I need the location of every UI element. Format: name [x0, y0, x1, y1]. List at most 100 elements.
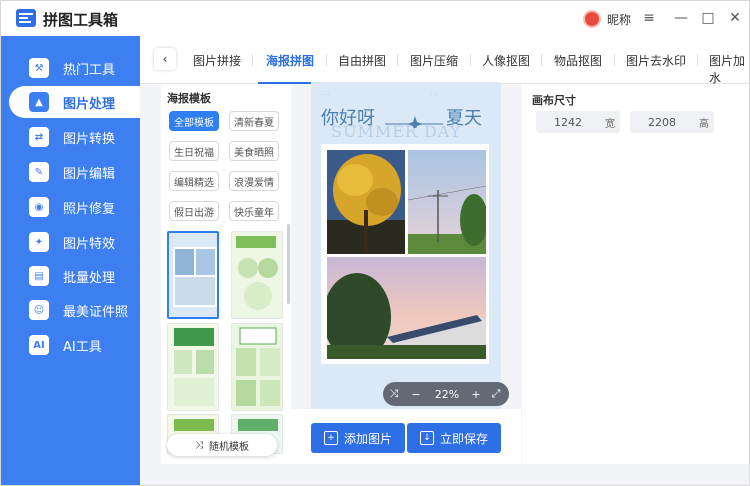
template-thumbnail[interactable] [231, 231, 283, 319]
sidebar-item-photo-repair[interactable]: ◉ 照片修复 [9, 191, 140, 223]
download-icon: ↓ [419, 431, 434, 445]
canvas-size-title: 画布尺寸 [532, 94, 576, 107]
tab-add-watermark[interactable]: 图片加水 [709, 52, 749, 86]
sidebar-item-ai-tools[interactable]: AI AI工具 [9, 329, 140, 361]
canvas-height-value: 2208 [648, 115, 676, 129]
canvas-width-value: 1242 [554, 115, 582, 129]
add-image-icon: + [323, 431, 338, 445]
sidebar-item-label: 图片转换 [63, 131, 116, 147]
template-thumbnail[interactable] [167, 323, 219, 411]
sidebar-item-id-photo[interactable]: ☺ 最美证件照 [9, 294, 140, 326]
chip-holiday-trip[interactable]: 假日出游 [169, 201, 219, 221]
canvas-height-field[interactable]: 2208 高 [630, 111, 714, 133]
id-photo-icon: ☺ [29, 300, 49, 320]
template-panel-title: 海报模板 [167, 92, 211, 105]
canvas-width-unit: 宽 [605, 118, 615, 130]
tab-separator [614, 54, 615, 66]
tab-portrait-cutout[interactable]: 人像抠图 [482, 52, 530, 69]
chip-all-templates[interactable]: 全部模板 [169, 111, 219, 131]
chip-fresh-spring-summer[interactable]: 清新春夏 [229, 111, 279, 131]
sidebar-item-label: 热门工具 [63, 62, 116, 78]
app-title: 拼图工具箱 [43, 11, 119, 29]
tools-icon: ⚒ [29, 58, 49, 78]
tab-separator [697, 54, 698, 66]
tab-bar: ‹ 图片拼接 海报拼图 自由拼图 图片压缩 人像抠图 物品抠图 图片去水印 图片… [140, 36, 749, 86]
random-template-label: 随机模板 [209, 441, 249, 453]
zoom-in-icon[interactable]: + [467, 388, 485, 401]
poster-canvas[interactable]: · · · · · · SUMMER DAY 你好呀 夏天 [311, 82, 501, 412]
add-image-button[interactable]: + 添加图片 [311, 423, 405, 453]
sidebar-item-image-effect[interactable]: ✦ 图片特效 [9, 226, 140, 258]
action-bar: + 添加图片 ↓ 立即保存 [291, 409, 521, 464]
sidebar-item-label: AI工具 [63, 339, 102, 355]
sidebar-item-label: 最美证件照 [63, 304, 129, 320]
sidebar-item-label: 照片修复 [63, 201, 116, 217]
fit-screen-icon[interactable]: ⤢ [485, 387, 507, 401]
template-thumbnail[interactable] [167, 231, 219, 319]
image-edit-icon: ✎ [29, 162, 49, 182]
image-convert-icon: ⇄ [29, 127, 49, 147]
back-button[interactable]: ‹ [154, 48, 176, 70]
poster-sparkle-line [385, 116, 443, 128]
photo-repair-icon: ◉ [29, 197, 49, 217]
chip-romantic-love[interactable]: 浪漫爱情 [229, 171, 279, 191]
avatar[interactable] [583, 10, 601, 28]
menu-icon[interactable]: ≡ [638, 7, 660, 29]
tab-remove-watermark[interactable]: 图片去水印 [626, 52, 686, 69]
poster-headline-right[interactable]: 夏天 [446, 104, 482, 130]
tab-separator [252, 54, 253, 66]
chip-editors-pick[interactable]: 编辑精选 [169, 171, 219, 191]
chip-birthday[interactable]: 生日祝福 [169, 141, 219, 161]
image-process-icon: ▲ [29, 92, 49, 112]
tab-separator [470, 54, 471, 66]
tab-object-cutout[interactable]: 物品抠图 [554, 52, 602, 69]
batch-icon: ▤ [29, 266, 49, 286]
tab-separator [326, 54, 327, 66]
tab-image-compress[interactable]: 图片压缩 [410, 52, 458, 69]
tab-separator [541, 54, 542, 66]
sidebar-item-image-convert[interactable]: ⇄ 图片转换 [9, 121, 140, 153]
chip-food[interactable]: 美食晒照 [229, 141, 279, 161]
sidebar-item-image-edit[interactable]: ✎ 图片编辑 [9, 156, 140, 188]
sidebar: ⚒ 热门工具 ▲ 图片处理 ⇄ 图片转换 ✎ 图片编辑 ◉ 照片修复 ✦ 图片特… [1, 36, 140, 485]
template-thumbnail[interactable] [231, 323, 283, 411]
nickname[interactable]: 昵称 [607, 11, 631, 28]
zoom-level: 22% [434, 387, 460, 401]
tab-poster-collage[interactable]: 海报拼图 [266, 52, 314, 69]
sidebar-item-image-process[interactable]: ▲ 图片处理 [9, 86, 140, 118]
sidebar-item-label: 图片处理 [63, 96, 116, 112]
maximize-icon[interactable]: □ [697, 7, 719, 29]
chip-happy-childhood[interactable]: 快乐童年 [229, 201, 279, 221]
ai-icon: AI [29, 335, 49, 355]
app-window: 拼图工具箱 昵称 ≡ — □ ✕ ⚒ 热门工具 ▲ 图片处理 ⇄ 图片转换 ✎ … [0, 0, 750, 486]
photo-slot-tree[interactable] [327, 150, 405, 254]
random-template-button[interactable]: ⤨ 随机模板 [167, 434, 277, 456]
tab-free-collage[interactable]: 自由拼图 [338, 52, 386, 69]
poster-headline-left[interactable]: 你好呀 [321, 104, 375, 130]
canvas-area: · · · · · · SUMMER DAY 你好呀 夏天 ⤨ − 22% + … [291, 82, 521, 464]
tab-separator [397, 54, 398, 66]
poster-decoration: · · · [323, 92, 330, 97]
minimize-icon[interactable]: — [670, 7, 692, 29]
canvas-width-field[interactable]: 1242 宽 [536, 111, 620, 133]
shuffle-icon: ⤨ [195, 439, 203, 451]
add-image-label: 添加图片 [343, 431, 392, 446]
save-now-button[interactable]: ↓ 立即保存 [407, 423, 501, 453]
sidebar-item-label: 图片特效 [63, 236, 116, 252]
poster-photo-frame [321, 144, 489, 364]
tab-image-stitch[interactable]: 图片拼接 [193, 52, 241, 69]
template-scrollbar[interactable] [287, 224, 290, 304]
sidebar-item-batch[interactable]: ▤ 批量处理 [9, 260, 140, 292]
save-now-label: 立即保存 [439, 431, 488, 446]
properties-panel: 画布尺寸 1242 宽 2208 高 [522, 84, 749, 464]
photo-slot-field[interactable] [408, 150, 486, 254]
poster-decoration: · · · [431, 92, 438, 97]
photo-slot-sunset[interactable] [327, 257, 486, 359]
shuffle-icon[interactable]: ⤨ [383, 387, 405, 401]
close-icon[interactable]: ✕ [724, 7, 746, 29]
sidebar-item-hot-tools[interactable]: ⚒ 热门工具 [9, 52, 140, 84]
canvas-height-unit: 高 [699, 118, 709, 130]
zoom-out-icon[interactable]: − [405, 388, 427, 401]
sidebar-item-label: 批量处理 [63, 270, 116, 286]
image-effect-icon: ✦ [29, 232, 49, 252]
